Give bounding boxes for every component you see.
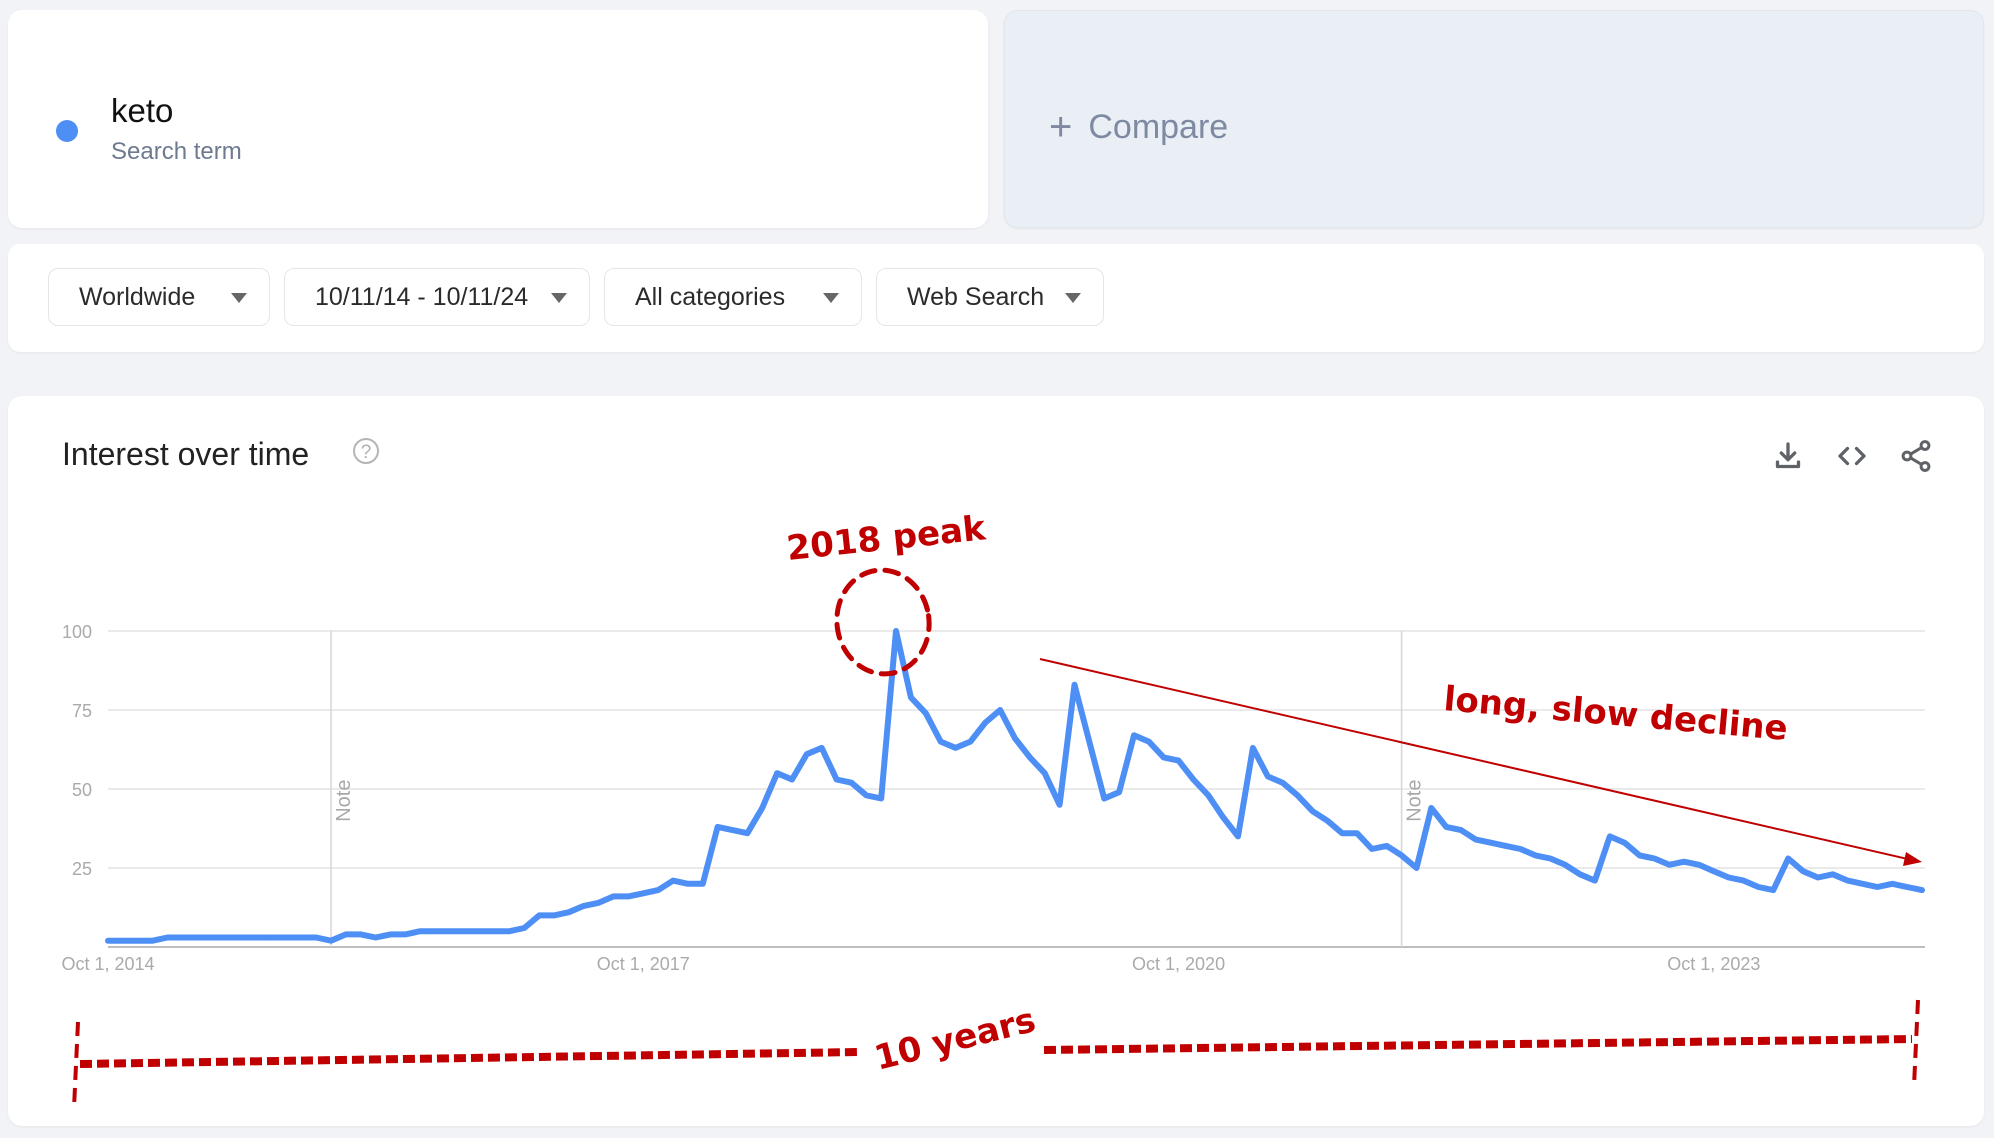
span-line-right	[1043, 1035, 1913, 1054]
note-label: Note	[333, 780, 355, 822]
y-tick-label: 100	[62, 622, 92, 642]
y-tick-label: 25	[72, 859, 92, 879]
gridlines	[108, 630, 1925, 948]
series-layer	[105, 628, 1925, 944]
span-end-tick	[1912, 999, 1920, 1087]
span-line-left	[79, 1048, 861, 1068]
peak-annotation-label: 2018 peak	[785, 508, 989, 569]
span-start-tick	[72, 1021, 80, 1109]
note-label: Note	[1404, 780, 1426, 822]
y-axis-ticks: 25 50 75 100	[62, 622, 92, 879]
interest-chart: Note Note 255075100 Oct 1, 2014 Oct 1, 201…	[61, 508, 1925, 1109]
y-tick-label: 75	[72, 701, 92, 721]
peak-highlight-circle	[834, 567, 932, 677]
series-line-keto	[105, 628, 1925, 944]
x-axis-ticks: Oct 1, 2014 Oct 1, 2017 Oct 1, 2020 Oct 1, …	[61, 954, 1760, 974]
x-tick-label: Oct 1, 2017	[597, 954, 690, 974]
x-tick-label: Oct 1, 2020	[1132, 954, 1225, 974]
span-annotation-label: 10 years	[871, 1000, 1040, 1079]
x-tick-label: Oct 1, 2023	[1667, 954, 1760, 974]
decline-annotation-label: long, slow decline	[1442, 679, 1789, 749]
x-tick-label: Oct 1, 2014	[61, 954, 154, 974]
y-tick-label: 50	[72, 780, 92, 800]
arrow-head-icon	[1903, 852, 1922, 866]
